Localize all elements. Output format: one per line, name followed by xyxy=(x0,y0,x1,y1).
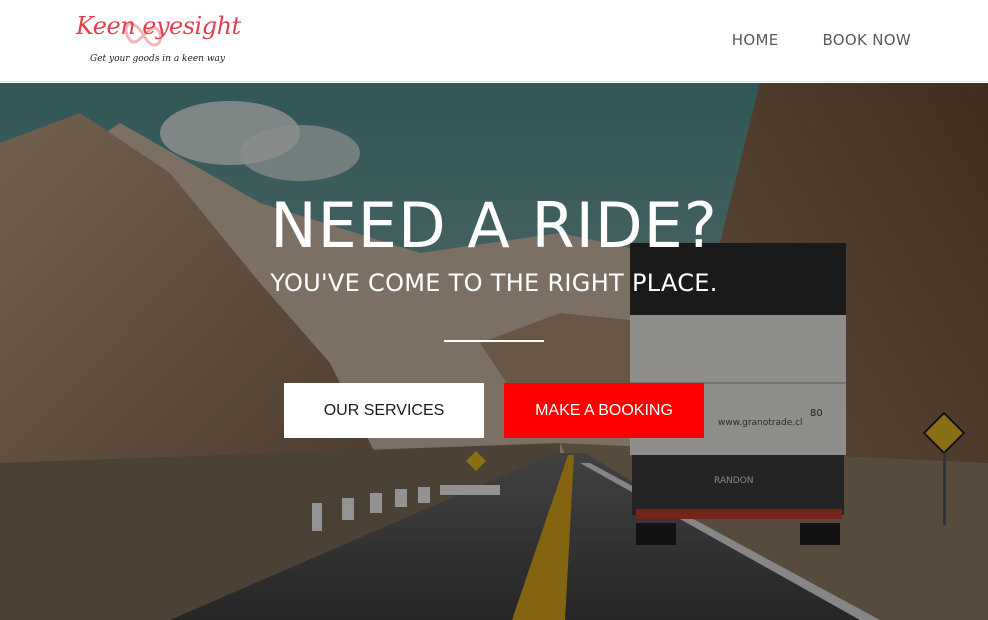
nav-home[interactable]: HOME xyxy=(732,31,779,49)
our-services-button[interactable]: OUR SERVICES xyxy=(284,383,484,438)
hero-divider xyxy=(444,340,544,342)
logo[interactable]: Keen eyesight Get your goods in a keen w… xyxy=(72,8,241,72)
hero-overlay xyxy=(0,83,988,620)
nav-book-now[interactable]: BOOK NOW xyxy=(822,31,911,49)
make-a-booking-button[interactable]: MAKE A BOOKING xyxy=(504,383,704,438)
hero-subtitle: YOU'VE COME TO THE RIGHT PLACE. xyxy=(270,269,718,297)
site-header: Keen eyesight Get your goods in a keen w… xyxy=(0,0,988,82)
brand-tagline: Get your goods in a keen way xyxy=(90,54,225,64)
hero-title: NEED A RIDE? xyxy=(270,189,718,262)
main-nav: HOME BOOK NOW xyxy=(732,31,911,49)
hero-section: www.granotrade.cl 80 RANDON NEED A RIDE?… xyxy=(0,83,988,620)
brand-name: Keen eyesight xyxy=(76,12,241,40)
